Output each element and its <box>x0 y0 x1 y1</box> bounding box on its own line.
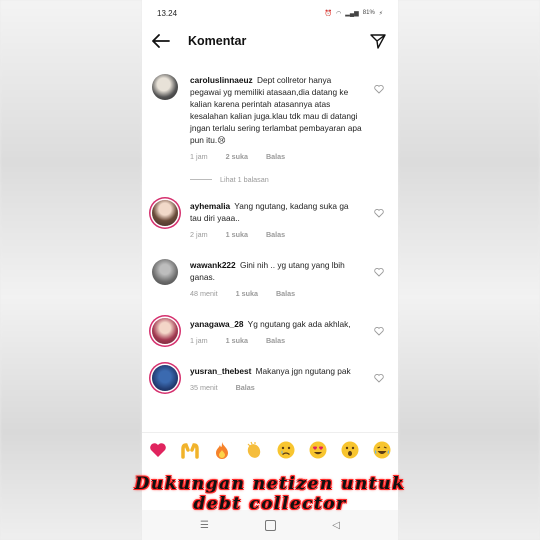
back-triangle-icon[interactable]: ◁ <box>332 520 340 531</box>
comment-time: 2 jam <box>190 230 208 239</box>
comment-username[interactable]: caroluslinnaeuz <box>190 75 253 85</box>
comment-text-block: ayhemalia Yang ngutang, kadang suka ga t… <box>190 200 362 224</box>
comment-username[interactable]: wawank222 <box>190 260 236 270</box>
raising-hands-emoji-button[interactable] <box>179 439 201 461</box>
battery-level: 81% <box>362 10 375 16</box>
comment-item: ayhemalia Yang ngutang, kadang suka ga t… <box>142 200 398 239</box>
reply-button[interactable]: Balas <box>276 289 295 298</box>
comment-time: 48 menit <box>190 289 218 298</box>
comment-text: Makanya jgn ngutang pak <box>255 366 351 376</box>
crying-face-emoji-button[interactable] <box>275 439 297 461</box>
status-icons: ⏰ ◠ ▂▄▆ 81% ⚡ <box>325 10 383 17</box>
comment-likes[interactable]: 1 suka <box>236 289 258 298</box>
caption-line-2: debt collector <box>193 494 347 514</box>
comment-text: Yg ngutang gak ada akhlak, <box>247 319 351 329</box>
divider <box>190 179 212 180</box>
avatar[interactable] <box>152 74 178 100</box>
comment-text-block: yanagawa_28 Yg ngutang gak ada akhlak, <box>190 318 362 330</box>
laughing-face-emoji-button[interactable] <box>371 439 393 461</box>
comment-item: wawank222 Gini nih .. yg utang yang lbih… <box>142 259 398 298</box>
comment-username[interactable]: yanagawa_28 <box>190 319 244 329</box>
comment-item: caroluslinnaeuz Dept collretor hanya peg… <box>142 74 398 161</box>
comment-meta: 35 menit Balas <box>190 383 362 392</box>
comment-username[interactable]: ayhemalia <box>190 201 230 211</box>
clapping-hands-emoji-button[interactable] <box>243 439 265 461</box>
recent-apps-icon[interactable]: ☰ <box>200 520 209 531</box>
battery-charging-icon: ⚡ <box>378 10 383 17</box>
header-bar: Komentar <box>142 26 398 56</box>
heart-icon[interactable] <box>374 208 384 218</box>
comment-text-block: caroluslinnaeuz Dept collretor hanya peg… <box>190 74 362 146</box>
reply-button[interactable]: Balas <box>266 230 285 239</box>
signal-icon: ▂▄▆ <box>345 10 359 17</box>
comment-meta: 2 jam 1 suka Balas <box>190 230 362 239</box>
caption-line-1: Dukungan netizen untuk <box>134 474 406 494</box>
comment-meta: 1 jam 2 suka Balas <box>190 152 362 161</box>
comment-item: yusran_thebest Makanya jgn ngutang pak 3… <box>142 365 398 392</box>
comment-meta: 1 jam 1 suka Balas <box>190 336 362 345</box>
phone-screen: 13.24 ⏰ ◠ ▂▄▆ 81% ⚡ Komentar caroluslinn… <box>142 0 398 540</box>
blurred-background-right <box>398 0 540 540</box>
comment-time: 35 menit <box>190 383 218 392</box>
quick-reactions-bar <box>142 432 398 467</box>
home-button-icon[interactable] <box>265 519 277 531</box>
avatar[interactable] <box>152 200 178 226</box>
alarm-icon: ⏰ <box>324 10 333 17</box>
heart-eyes-emoji-button[interactable] <box>307 439 329 461</box>
heart-icon[interactable] <box>374 84 384 94</box>
view-replies-button[interactable]: Lihat 1 balasan <box>142 175 398 184</box>
avatar[interactable] <box>152 259 178 285</box>
surprised-face-emoji-button[interactable] <box>339 439 361 461</box>
heart-icon[interactable] <box>374 267 384 277</box>
view-replies-label: Lihat 1 balasan <box>220 175 269 184</box>
heart-emoji-button[interactable] <box>147 439 169 461</box>
reply-button[interactable]: Balas <box>266 336 285 345</box>
avatar[interactable] <box>152 318 178 344</box>
wifi-icon: ◠ <box>336 10 342 17</box>
status-time: 13.24 <box>157 8 178 18</box>
fire-emoji-button[interactable] <box>211 439 233 461</box>
comment-time: 1 jam <box>190 336 208 345</box>
android-navigation-bar: ☰ ◁ <box>142 510 398 540</box>
comment-item: yanagawa_28 Yg ngutang gak ada akhlak, 1… <box>142 318 398 345</box>
blurred-background-left <box>0 0 142 540</box>
heart-icon[interactable] <box>374 326 384 336</box>
back-arrow-icon[interactable] <box>152 31 172 51</box>
comment-time: 1 jam <box>190 152 208 161</box>
comment-likes[interactable]: 1 suka <box>226 336 248 345</box>
comment-text-block: yusran_thebest Makanya jgn ngutang pak <box>190 365 362 377</box>
send-icon[interactable] <box>370 33 386 49</box>
comment-meta: 48 menit 1 suka Balas <box>190 289 362 298</box>
comment-likes[interactable]: 2 suka <box>226 152 248 161</box>
status-bar: 13.24 ⏰ ◠ ▂▄▆ 81% ⚡ <box>142 0 398 26</box>
reply-button[interactable]: Balas <box>266 152 285 161</box>
avatar[interactable] <box>152 365 178 391</box>
comment-likes[interactable]: 1 suka <box>226 230 248 239</box>
reply-button[interactable]: Balas <box>236 383 255 392</box>
comment-text: Dept collretor hanya pegawai yg memiliki… <box>190 75 362 145</box>
comment-username[interactable]: yusran_thebest <box>190 366 251 376</box>
comment-text-block: wawank222 Gini nih .. yg utang yang lbih… <box>190 259 362 283</box>
page-title: Komentar <box>188 34 247 48</box>
heart-icon[interactable] <box>374 373 384 383</box>
